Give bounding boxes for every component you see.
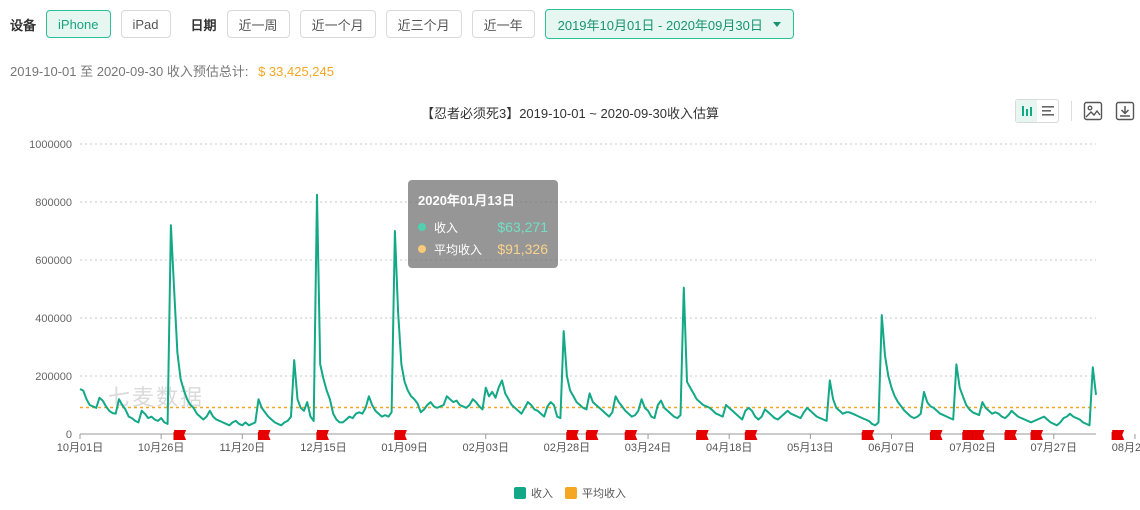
series-line-revenue <box>79 193 1097 427</box>
event-flag-icon <box>257 430 271 440</box>
flag-cloth <box>862 430 875 440</box>
x-tick-label: 07月02日 <box>949 442 995 454</box>
event-flag-icon <box>929 430 943 440</box>
event-flag-icon <box>173 430 187 440</box>
x-tick-label: 01月09日 <box>381 442 427 454</box>
revenue-line-chart: 0 200000 400000 600000 800000 1000000 10月01日 1… <box>29 139 1140 454</box>
x-tick-label: 03月24日 <box>625 442 671 454</box>
event-flag-icon <box>1004 430 1018 440</box>
chart-legend: 收入 平均收入 <box>0 485 1140 501</box>
event-flag-icon <box>696 430 709 440</box>
event-flag-icon <box>566 430 579 440</box>
tooltip-revenue-name: 收入 <box>434 220 459 235</box>
y-tick-label: 0 <box>66 429 72 441</box>
x-tick-label: 02月28日 <box>544 442 590 454</box>
flag-cloth <box>258 430 271 440</box>
flag-cloth <box>696 430 709 440</box>
x-tick-label: 02月03日 <box>463 442 509 454</box>
x-tick-label: 12月15日 <box>300 442 346 454</box>
revenue-dot-icon <box>418 223 426 231</box>
event-flag-icon <box>624 430 638 440</box>
legend-item-average[interactable]: 平均收入 <box>565 485 626 501</box>
legend-item-revenue[interactable]: 收入 <box>514 485 553 501</box>
event-flag-icon <box>861 430 875 440</box>
flag-cloth <box>745 430 758 440</box>
event-flag-icon <box>972 430 985 440</box>
tooltip-revenue-value: $63,271 <box>497 219 548 235</box>
x-tick-label: 05月13日 <box>787 442 833 454</box>
flag-cloth <box>930 430 943 440</box>
legend-swatch-revenue <box>514 487 526 499</box>
y-tick-label: 1000000 <box>29 139 72 151</box>
tooltip-row-average: 平均收入 $91,326 <box>418 238 548 260</box>
event-flag-icon <box>585 430 599 440</box>
tooltip-row-revenue: 收入 $63,271 <box>418 216 548 238</box>
flag-cloth <box>586 430 599 440</box>
x-tick-label: 10月26日 <box>138 442 184 454</box>
event-flag-icon <box>744 430 758 440</box>
flag-cloth <box>625 430 638 440</box>
x-tick-label: 06月07日 <box>868 442 914 454</box>
flag-cloth <box>1112 430 1125 440</box>
event-flag-icon <box>1030 430 1044 440</box>
y-tick-label: 400000 <box>35 313 72 325</box>
tooltip-date: 2020年01月13日 <box>418 193 515 208</box>
y-tick-label: 800000 <box>35 197 72 209</box>
y-tick-label: 200000 <box>35 371 72 383</box>
chart-tooltip: 2020年01月13日 收入 $63,271 平均收入 $91,326 <box>408 180 558 268</box>
legend-label-average: 平均收入 <box>582 488 626 500</box>
flag-cloth <box>1005 430 1018 440</box>
flag-cloth <box>1031 430 1044 440</box>
legend-label-revenue: 收入 <box>531 488 553 500</box>
flag-cloth <box>972 430 985 440</box>
flag-cloth <box>174 430 187 440</box>
tooltip-average-value: $91,326 <box>497 241 548 257</box>
flag-cloth <box>566 430 579 440</box>
tooltip-average-name: 平均收入 <box>434 242 483 257</box>
x-tick-label: 11月20日 <box>219 442 265 454</box>
event-flag-icon <box>1111 430 1125 440</box>
legend-swatch-average <box>565 487 577 499</box>
x-tick-label: 10月01日 <box>57 442 103 454</box>
x-tick-label: 08月21日 <box>1112 442 1140 454</box>
y-tick-label: 600000 <box>35 255 72 267</box>
x-tick-label: 07月27日 <box>1031 442 1077 454</box>
event-flag-icon <box>316 430 329 440</box>
x-tick-label: 04月18日 <box>706 442 752 454</box>
average-dot-icon <box>418 245 426 253</box>
flag-cloth <box>317 430 329 440</box>
